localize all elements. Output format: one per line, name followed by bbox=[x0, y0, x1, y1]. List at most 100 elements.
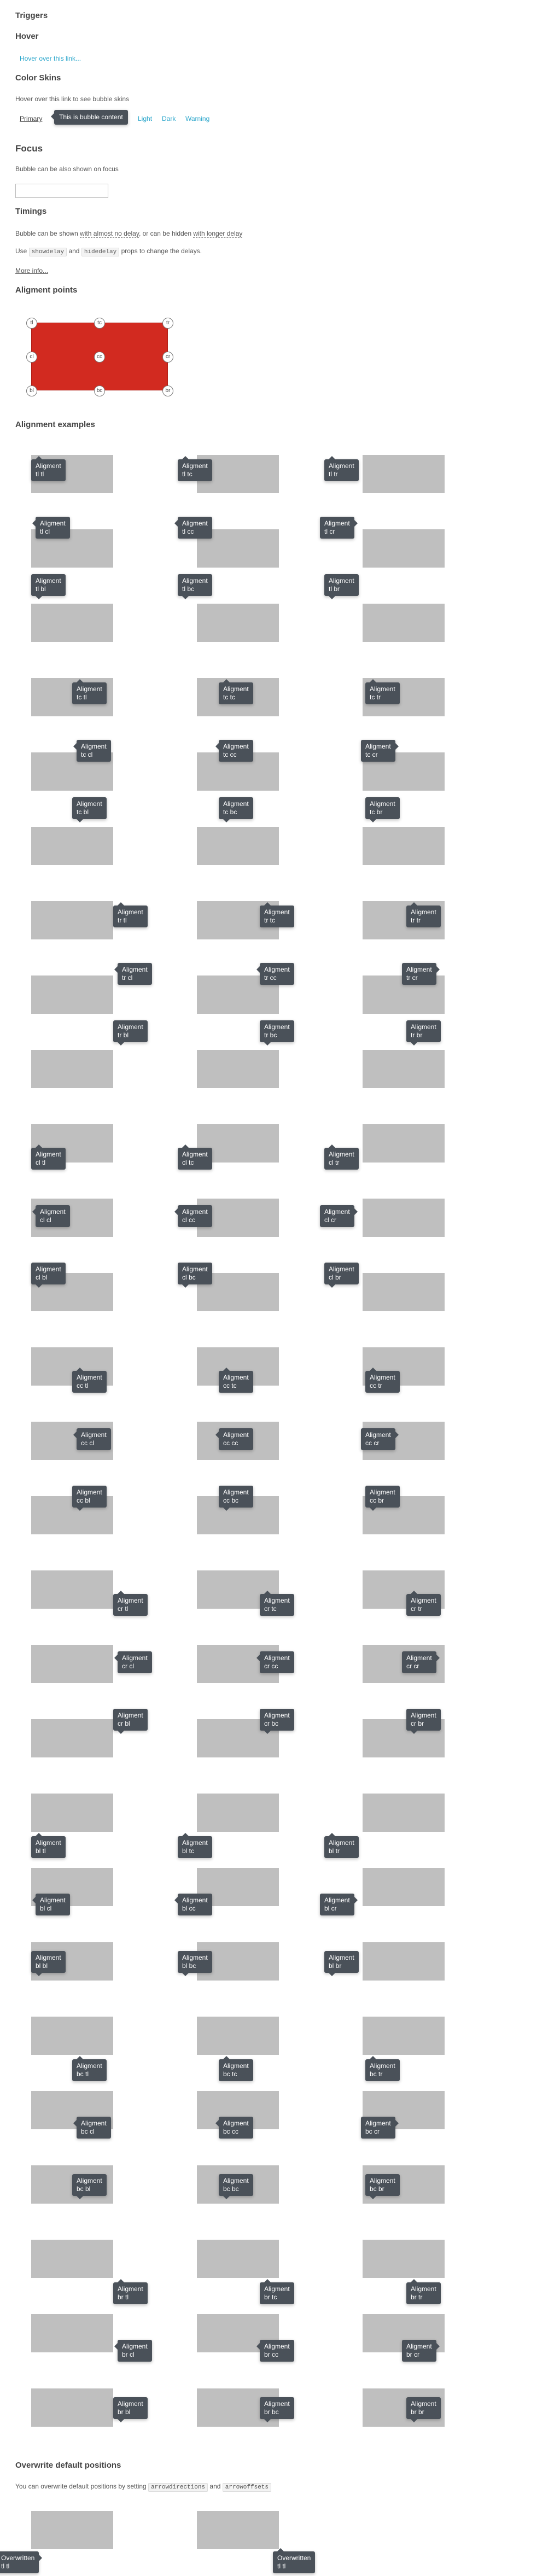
tooltip-title: Aligment bbox=[329, 577, 354, 585]
skin-tab-dark[interactable]: Dark bbox=[162, 115, 176, 122]
tooltip-alignment: cl br bbox=[329, 1274, 341, 1281]
tooltip-title: Aligment bbox=[370, 1374, 395, 1381]
tooltip-alignment: tr tc bbox=[264, 916, 275, 924]
example-tooltip: Aligment bc cl bbox=[73, 2117, 111, 2139]
tooltip-title: Aligment bbox=[411, 2400, 436, 2408]
tooltip-alignment: cr bc bbox=[264, 1720, 279, 1727]
example-box bbox=[363, 1124, 445, 1163]
timings-link-fast[interactable]: with almost no delay bbox=[80, 230, 139, 238]
override-tooltip-1-line2: tl tl bbox=[1, 2562, 10, 2570]
tooltip-title: Aligment bbox=[182, 462, 208, 470]
tooltip-alignment: tc cr bbox=[365, 751, 378, 758]
tooltip-title: Aligment bbox=[118, 1023, 143, 1031]
tooltip-title: Aligment bbox=[370, 685, 395, 693]
tooltip-alignment: tc tc bbox=[223, 693, 236, 701]
point-cc: cc bbox=[94, 352, 105, 363]
example-tooltip: Aligment br cl bbox=[114, 2340, 152, 2362]
skin-tab-light[interactable]: Light bbox=[138, 115, 152, 122]
tooltip-title: Aligment bbox=[40, 519, 66, 527]
example-tooltip: Aligment cl tc bbox=[178, 1144, 212, 1170]
example-tooltip: Aligment cc tr bbox=[365, 1368, 400, 1393]
tooltip-title: Aligment bbox=[370, 2062, 395, 2070]
examples-title: Alignment examples bbox=[15, 420, 95, 429]
code-arrowdirections: arrowdirections bbox=[148, 2483, 208, 2492]
tooltip-title: Aligment bbox=[182, 519, 208, 527]
example-box bbox=[363, 455, 445, 493]
example-tooltip: Aligment cl cr bbox=[320, 1205, 358, 1227]
tooltip-alignment: bc br bbox=[370, 2185, 384, 2193]
skin-tab-primary[interactable]: Primary bbox=[20, 115, 42, 122]
tooltip-title: Aligment bbox=[411, 1597, 436, 1604]
example-tooltip: Aligment tc bc bbox=[219, 797, 253, 822]
tooltip-title: Aligment bbox=[122, 2343, 148, 2350]
example-tooltip: Aligment bl cr bbox=[320, 1894, 358, 1915]
timings-link-slow[interactable]: with longer delay bbox=[193, 230, 243, 238]
tooltip-alignment: bl tl bbox=[36, 1847, 46, 1855]
tooltip-title: Aligment bbox=[324, 519, 350, 527]
example-tooltip: Aligment tl tc bbox=[178, 456, 212, 481]
tooltip-alignment: tl bl bbox=[36, 585, 46, 593]
tooltip-title: Aligment bbox=[36, 577, 61, 585]
tooltip-title: Aligment bbox=[223, 685, 249, 693]
tooltip-alignment: bc cr bbox=[365, 2128, 380, 2135]
tooltip-title: Aligment bbox=[182, 1265, 208, 1273]
tooltip-title: Aligment bbox=[182, 1954, 208, 1961]
tooltip-alignment: cc br bbox=[370, 1497, 384, 1504]
tooltip-title: Aligment bbox=[118, 1597, 143, 1604]
example-tooltip: Aligment tr br bbox=[406, 1020, 441, 1045]
tooltip-alignment: br cc bbox=[264, 2351, 279, 2358]
example-tooltip: Aligment tr bl bbox=[113, 1020, 148, 1045]
point-br: br bbox=[162, 385, 173, 396]
override-and: and bbox=[209, 2482, 221, 2490]
example-box bbox=[31, 2240, 113, 2278]
hover-link[interactable]: Hover over this link... bbox=[20, 55, 81, 62]
tooltip-alignment: tl br bbox=[329, 585, 340, 593]
tooltip-title: Aligment bbox=[36, 1954, 61, 1961]
more-info-link[interactable]: More info... bbox=[15, 267, 48, 274]
tooltip-title: Aligment bbox=[77, 685, 102, 693]
tooltip-alignment: tc cl bbox=[81, 751, 93, 758]
example-box bbox=[197, 604, 279, 642]
tooltip-title: Aligment bbox=[81, 743, 107, 750]
example-tooltip: Aligment tl cc bbox=[174, 517, 212, 539]
tooltip-title: Aligment bbox=[40, 1208, 66, 1216]
tooltip-alignment: tr tl bbox=[118, 916, 127, 924]
example-tooltip: Aligment cr cl bbox=[114, 1651, 152, 1673]
example-box bbox=[31, 1719, 113, 1757]
tooltip-title: Aligment bbox=[264, 2400, 290, 2408]
example-box bbox=[31, 827, 113, 865]
example-tooltip: Aligment cr tl bbox=[113, 1591, 148, 1616]
tooltip-title: Aligment bbox=[118, 2400, 143, 2408]
tooltip-title: Aligment bbox=[264, 1654, 290, 1662]
tooltip-title: Aligment bbox=[223, 2177, 249, 2184]
example-tooltip: Aligment br cr bbox=[402, 2340, 440, 2362]
example-tooltip: Aligment cl cl bbox=[32, 1205, 70, 1227]
example-tooltip: Aligment cc br bbox=[365, 1486, 400, 1511]
tooltip-title: Aligment bbox=[36, 1150, 61, 1158]
example-box bbox=[363, 1050, 445, 1088]
skin-tab-warning[interactable]: Warning bbox=[185, 115, 209, 122]
tooltip-alignment: cr tc bbox=[264, 1605, 277, 1613]
focus-input[interactable] bbox=[15, 184, 108, 198]
tooltip-title: Aligment bbox=[118, 1712, 143, 1719]
tooltip-alignment: tc tr bbox=[370, 693, 381, 701]
tooltip-title: Aligment bbox=[77, 2062, 102, 2070]
tooltip-alignment: cr br bbox=[411, 1720, 424, 1727]
example-box bbox=[31, 1570, 113, 1609]
example-tooltip: Aligment br tr bbox=[406, 2279, 441, 2304]
tooltip-alignment: tr bl bbox=[118, 1031, 129, 1039]
example-tooltip: Aligment cr cc bbox=[256, 1651, 294, 1673]
tooltip-alignment: tc cc bbox=[223, 751, 237, 758]
and-text: and bbox=[68, 247, 80, 255]
example-tooltip: Aligment tc cr bbox=[361, 740, 399, 762]
tooltip-title: Aligment bbox=[406, 2343, 432, 2350]
tooltip-title: Aligment bbox=[264, 966, 290, 973]
tooltip-alignment: bl tc bbox=[182, 1847, 195, 1855]
tooltip-title: Aligment bbox=[77, 800, 102, 808]
tooltip-title: Aligment bbox=[223, 1374, 249, 1381]
example-tooltip: Aligment cl tr bbox=[324, 1144, 359, 1170]
tooltip-title: Aligment bbox=[36, 1265, 61, 1273]
tooltip-alignment: tc br bbox=[370, 808, 383, 816]
tooltip-alignment: bc tl bbox=[77, 2070, 89, 2078]
tooltip-title: Aligment bbox=[370, 2177, 395, 2184]
